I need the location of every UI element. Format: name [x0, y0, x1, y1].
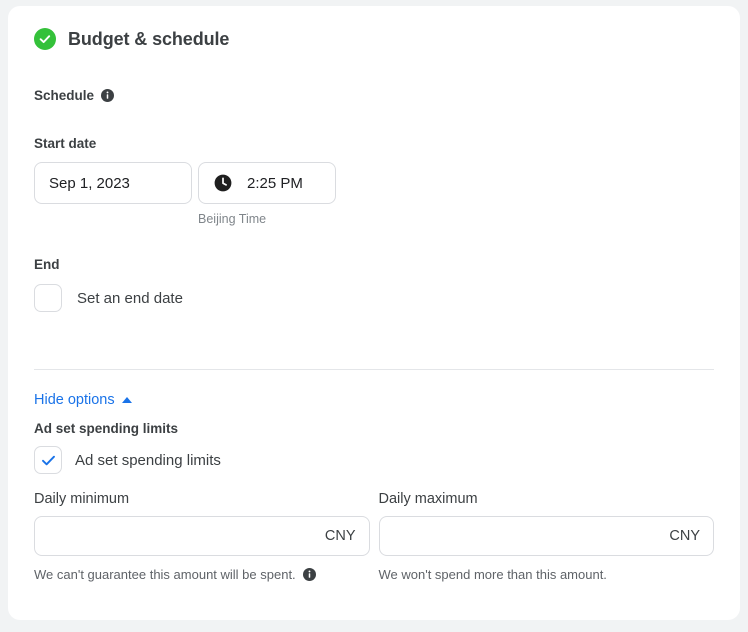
- daily-minimum-column: Daily minimum CNY We can't guarantee thi…: [34, 491, 370, 582]
- start-date-row: Sep 1, 2023 2:25 PM: [34, 162, 714, 204]
- spending-amount-grid: Daily minimum CNY We can't guarantee thi…: [34, 491, 714, 582]
- daily-minimum-label: Daily minimum: [34, 491, 130, 507]
- hide-options-label: Hide options: [34, 392, 115, 408]
- set-end-date-checkbox[interactable]: [34, 284, 62, 312]
- section-divider: [34, 369, 714, 370]
- clock-icon: [213, 173, 233, 193]
- timezone-caption: Beijing Time: [198, 212, 267, 226]
- budget-schedule-card: Budget & schedule Schedule Start date Se…: [8, 6, 740, 620]
- daily-maximum-helper: We won't spend more than this amount.: [379, 567, 715, 582]
- start-date-label: Start date: [34, 136, 97, 151]
- daily-maximum-input[interactable]: CNY: [378, 516, 714, 556]
- daily-maximum-column: Daily maximum CNY We won't spend more th…: [378, 491, 715, 582]
- daily-maximum-currency: CNY: [669, 528, 700, 544]
- hide-options-link[interactable]: Hide options: [34, 392, 132, 408]
- caret-up-icon: [121, 397, 132, 403]
- check-circle-icon: [34, 28, 56, 50]
- set-end-date-label: Set an end date: [77, 289, 183, 307]
- daily-minimum-helper-text: We can't guarantee this amount will be s…: [34, 567, 296, 582]
- start-date-input[interactable]: Sep 1, 2023: [34, 162, 192, 204]
- spending-limits-checkbox-label: Ad set spending limits: [75, 451, 221, 469]
- end-label: End: [34, 257, 60, 272]
- start-date-value: Sep 1, 2023: [49, 174, 130, 192]
- schedule-label-text: Schedule: [34, 88, 95, 103]
- daily-maximum-label: Daily maximum: [378, 491, 478, 507]
- info-icon[interactable]: [101, 89, 115, 102]
- start-time-input[interactable]: 2:25 PM: [198, 162, 336, 204]
- set-end-date-row[interactable]: Set an end date: [34, 284, 714, 312]
- start-time-value: 2:25 PM: [247, 174, 303, 192]
- spending-limits-row[interactable]: Ad set spending limits: [34, 446, 714, 474]
- spending-limits-checkbox[interactable]: [34, 446, 62, 474]
- spending-limits-heading: Ad set spending limits: [34, 421, 179, 436]
- daily-minimum-input[interactable]: CNY: [34, 516, 370, 556]
- daily-minimum-currency: CNY: [324, 528, 356, 544]
- info-icon[interactable]: [302, 568, 316, 581]
- daily-maximum-helper-text: We won't spend more than this amount.: [378, 567, 607, 582]
- card-header: Budget & schedule: [34, 6, 714, 50]
- daily-minimum-helper: We can't guarantee this amount will be s…: [34, 567, 370, 582]
- page-title: Budget & schedule: [68, 28, 230, 49]
- schedule-section-label: Schedule: [34, 88, 714, 103]
